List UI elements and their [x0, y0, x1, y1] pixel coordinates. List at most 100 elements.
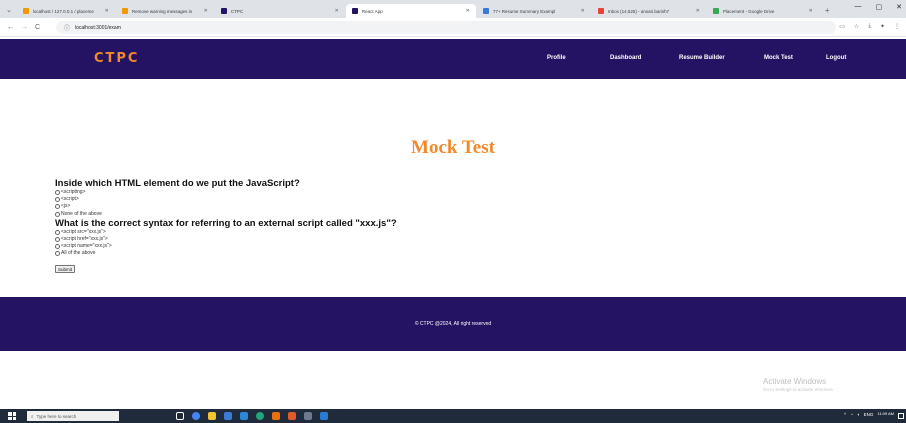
window-controls: — ▢ ✕: [855, 3, 903, 11]
option-label: <scripting>: [61, 189, 86, 195]
answer-option[interactable]: <script href="xxx.js">: [55, 236, 755, 243]
download-icon[interactable]: ⤓: [868, 23, 871, 30]
tab-search-icon[interactable]: ⌄: [6, 6, 12, 14]
task-view-icon[interactable]: [176, 412, 184, 420]
nav-link-profile[interactable]: Profile: [547, 55, 566, 61]
answer-option[interactable]: <script>: [55, 196, 755, 203]
edge-icon[interactable]: [256, 412, 264, 420]
option-label: <script name="xxx.js">: [61, 243, 112, 250]
page-title: Mock Test: [411, 137, 495, 158]
close-icon[interactable]: ✕: [105, 8, 109, 14]
radio-button[interactable]: [55, 197, 60, 203]
cast-icon[interactable]: ▭: [839, 23, 845, 30]
reload-icon[interactable]: C: [35, 24, 40, 31]
forward-arrow-icon[interactable]: →: [21, 24, 28, 31]
system-tray: ^ ◔ ◖ ENG 11:09 AM: [844, 412, 894, 417]
nav-link-mock-test[interactable]: Mock Test: [764, 55, 793, 61]
nav-link-dashboard[interactable]: Dashboard: [610, 55, 641, 61]
tab-favicon-icon: [482, 8, 489, 14]
browser-tab[interactable]: Placement - Google Drive ✕: [707, 4, 819, 18]
watermark-title: Activate Windows: [763, 377, 827, 386]
tab-favicon-icon: [351, 8, 358, 14]
chevron-up-icon[interactable]: ^: [844, 412, 846, 417]
browser-tab[interactable]: CTPC ✕: [215, 4, 345, 18]
answer-option[interactable]: <scripting>: [55, 189, 755, 196]
browser-tab-strip: ⌄ localhost / 127.0.0.1 / placeme ✕ Remo…: [0, 0, 906, 18]
mail-app-icon[interactable]: [240, 412, 248, 420]
nav-links: Profile Dashboard Resume Builder Mock Te…: [0, 55, 906, 63]
option-label: None of the above: [61, 210, 102, 217]
url-input[interactable]: ⓘ localhost:3001/exam: [56, 21, 836, 34]
windows-taskbar: ⌕ Type here to search ^ ◔ ◖ ENG 11:09 AM: [0, 409, 906, 423]
tab-label: Placement - Google Drive: [722, 8, 775, 14]
notification-icon[interactable]: [898, 413, 904, 419]
taskbar-search-input[interactable]: ⌕ Type here to search: [27, 411, 119, 421]
vscode-icon[interactable]: [320, 412, 328, 420]
tab-label: Remove warning messages in: [131, 8, 193, 14]
browser-tab[interactable]: Remove warning messages in ✕: [116, 4, 214, 18]
option-label: <script>: [61, 196, 79, 203]
file-explorer-icon[interactable]: [208, 412, 216, 420]
radio-button[interactable]: [55, 244, 60, 250]
close-icon[interactable]: ✕: [696, 8, 700, 14]
app-icon[interactable]: [304, 412, 312, 420]
extensions-icon[interactable]: ✦: [880, 23, 885, 30]
tab-label: React App: [361, 8, 383, 14]
address-bar-row: ← → C ⓘ localhost:3001/exam ▭ ☆ ⤓ ✦ ⋮: [0, 18, 906, 37]
app-icon[interactable]: [272, 412, 280, 420]
close-icon[interactable]: ✕: [581, 8, 585, 14]
close-window-icon[interactable]: ✕: [896, 3, 902, 11]
question-text: Inside which HTML element do we put the …: [55, 178, 300, 189]
watermark-subtitle: Go to Settings to activate Windows.: [763, 387, 835, 392]
close-icon[interactable]: ✕: [466, 8, 470, 14]
browser-tab[interactable]: 77+ Resume Summary Exampl ✕: [477, 4, 591, 18]
browser-tab[interactable]: localhost / 127.0.0.1 / placeme ✕: [17, 4, 115, 18]
page-footer: © CTPC @2024, All right reserved: [0, 297, 906, 351]
maximize-icon[interactable]: ▢: [876, 3, 883, 11]
activate-windows-watermark: Activate Windows Go to Settings to activ…: [763, 377, 834, 392]
footer-copyright: © CTPC @2024, All right reserved: [414, 321, 492, 327]
radio-button[interactable]: [55, 237, 60, 243]
volume-icon[interactable]: ◖: [857, 412, 860, 417]
answer-option[interactable]: <script src="xxx.js">: [55, 229, 755, 236]
tab-label: Inbox (14,525) - ansari.barish7: [607, 8, 670, 14]
minimize-icon[interactable]: —: [855, 3, 862, 11]
browser-tab-active[interactable]: React App ✕: [345, 4, 476, 18]
radio-button[interactable]: [55, 190, 60, 196]
bookmark-star-icon[interactable]: ☆: [854, 23, 859, 30]
answer-option[interactable]: All of the above: [55, 250, 755, 257]
quiz-form: Inside which HTML element do we put the …: [55, 178, 755, 276]
option-label: All of the above: [61, 250, 96, 257]
browser-tab[interactable]: Inbox (14,525) - ansari.barish7 ✕: [592, 4, 706, 18]
radio-button[interactable]: [55, 204, 60, 210]
site-info-icon[interactable]: ⓘ: [64, 23, 70, 32]
close-icon[interactable]: ✕: [204, 8, 208, 14]
nav-link-logout[interactable]: Logout: [826, 55, 846, 61]
submit-button[interactable]: Submit: [55, 265, 76, 273]
radio-button[interactable]: [55, 211, 60, 217]
network-icon[interactable]: ◔: [850, 412, 853, 417]
chrome-icon[interactable]: [192, 412, 200, 420]
store-icon[interactable]: [224, 412, 232, 420]
radio-button[interactable]: [55, 229, 60, 235]
back-arrow-icon[interactable]: ←: [7, 24, 14, 31]
menu-icon[interactable]: ⋮: [894, 23, 900, 30]
clock[interactable]: 11:09 AM: [877, 412, 894, 417]
tab-label: 77+ Resume Summary Exampl: [492, 8, 556, 14]
mail-icon: [597, 8, 604, 14]
answer-option[interactable]: <js>: [55, 203, 755, 210]
search-placeholder: Type here to search: [36, 413, 77, 419]
tab-favicon-icon: [220, 8, 227, 14]
nav-link-resume-builder[interactable]: Resume Builder: [679, 55, 725, 61]
app-icon[interactable]: [288, 412, 296, 420]
answer-option[interactable]: <script name="xxx.js">: [55, 243, 755, 250]
new-tab-button[interactable]: +: [825, 6, 830, 15]
windows-start-icon[interactable]: [8, 412, 16, 420]
close-icon[interactable]: ✕: [809, 8, 813, 14]
answer-option[interactable]: None of the above: [55, 211, 755, 218]
url-text: localhost:3001/exam: [75, 24, 121, 31]
radio-button[interactable]: [55, 251, 60, 257]
option-label: <js>: [61, 203, 71, 210]
language-indicator[interactable]: ENG: [864, 412, 874, 417]
close-icon[interactable]: ✕: [335, 8, 339, 14]
